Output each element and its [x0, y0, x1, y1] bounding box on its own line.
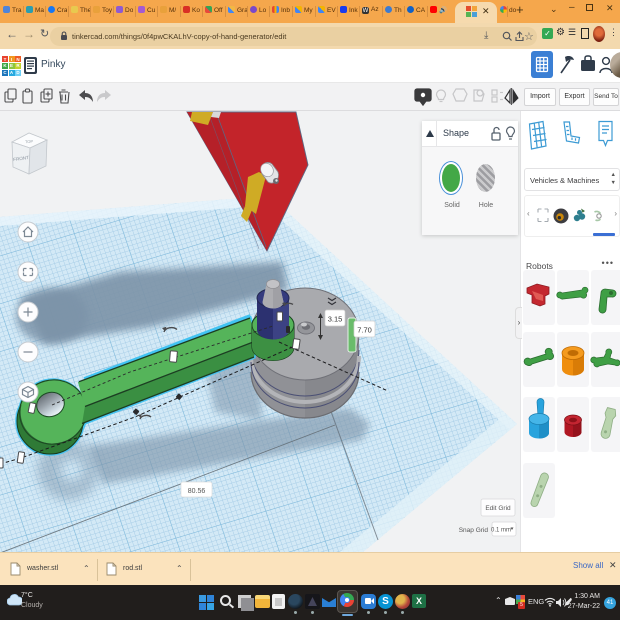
svg-text:TOP: TOP — [25, 139, 34, 145]
svg-text:80.56: 80.56 — [188, 488, 206, 495]
svg-text:0.1 mm: 0.1 mm — [491, 528, 511, 534]
svg-text:Edit Grid: Edit Grid — [485, 505, 511, 512]
svg-text:Snap Grid: Snap Grid — [459, 527, 489, 534]
svg-text:3.15: 3.15 — [328, 315, 343, 324]
svg-text:7.70: 7.70 — [357, 326, 372, 335]
